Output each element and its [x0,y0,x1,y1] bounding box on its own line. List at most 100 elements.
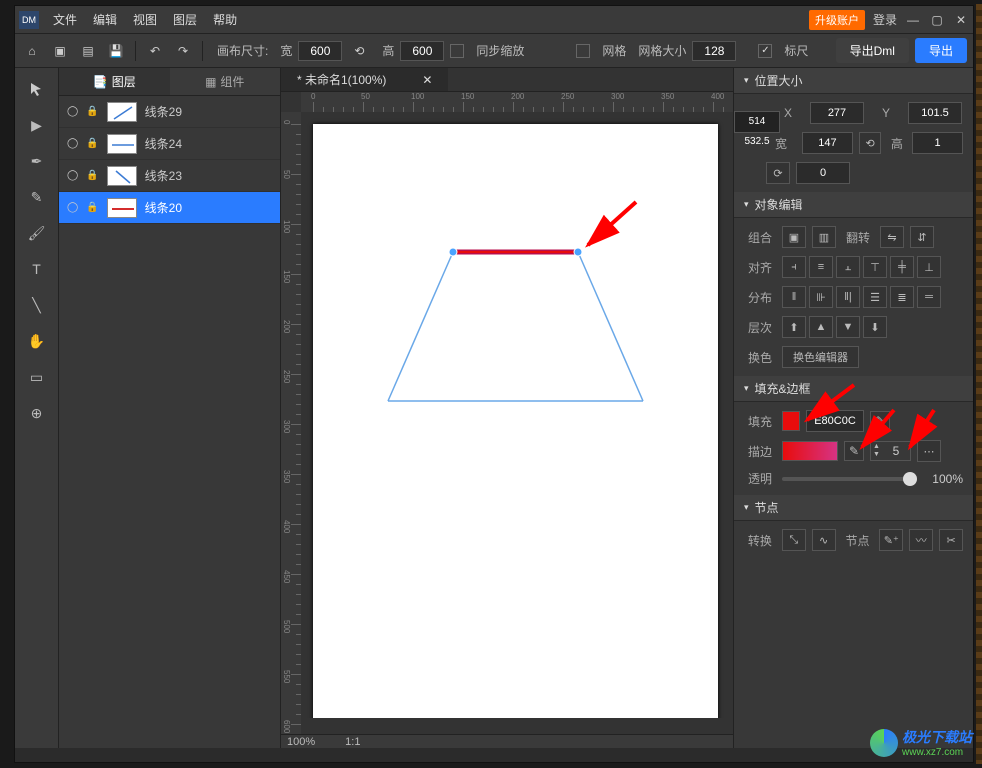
ruler-checkbox[interactable] [758,44,772,58]
section-object-edit[interactable]: ▾ 对象编辑 [734,192,973,218]
menu-help[interactable]: 帮助 [213,11,237,28]
hand-tool-icon[interactable]: ✋ [24,328,50,354]
dist-h2-icon[interactable]: ⊪ [809,286,833,308]
tab-close-icon[interactable]: ✕ [422,73,432,87]
visibility-icon[interactable]: ◯ [67,138,78,149]
node-curve-icon[interactable]: 〰 [909,529,933,551]
layer-item[interactable]: ◯ 🔒 线条29 [59,96,280,128]
menu-file[interactable]: 文件 [53,11,77,28]
lock-wh-icon[interactable]: ⟲ [859,132,882,154]
bezpen-tool-icon[interactable]: ✎ [24,184,50,210]
undo-icon[interactable]: ↶ [144,40,166,62]
fill-eyedropper-icon[interactable]: ✎ [870,411,890,431]
lock-icon[interactable]: 🔒 [86,170,98,181]
ungroup-icon[interactable]: ▥ [812,226,836,248]
dist-v2-icon[interactable]: ≣ [890,286,914,308]
h-input[interactable]: 1 [912,132,963,154]
fill-hex-input[interactable]: E80C0C [806,410,864,432]
send-back-icon[interactable]: ⬇ [863,316,887,338]
visibility-icon[interactable]: ◯ [67,202,78,213]
dist-v3-icon[interactable]: ═ [917,286,941,308]
shape-tool-icon[interactable]: ▭ [24,364,50,390]
tab-components[interactable]: ▦ 组件 [170,68,281,95]
grid-checkbox[interactable] [576,44,590,58]
line-tool-icon[interactable]: ╲ [24,292,50,318]
rotation-input[interactable]: 0 [796,162,850,184]
stroke-options-icon[interactable]: ⋯ [917,440,941,462]
section-nodes[interactable]: ▾ 节点 [734,495,973,521]
y-input[interactable]: 101.5 [908,102,962,124]
menu-layer[interactable]: 图层 [173,11,197,28]
bring-front-icon[interactable]: ⬆ [782,316,806,338]
lock-ratio-icon[interactable]: ⟲ [348,40,370,62]
stroke-width-up-icon[interactable]: ▲ [873,443,880,451]
canvas[interactable]: /*generated below*/ 05010015020025030035… [281,92,733,734]
align-hcenter-icon[interactable]: ≡ [809,256,833,278]
menu-view[interactable]: 视图 [133,11,157,28]
fill-color-swatch[interactable] [782,411,800,431]
convert-smooth-icon[interactable]: ∿ [812,529,836,551]
tab-layers[interactable]: 📑 图层 [59,68,170,95]
layer-item[interactable]: ◯ 🔒 线条23 [59,160,280,192]
trapezoid-shape[interactable] [313,124,718,718]
opacity-slider[interactable] [782,477,917,481]
section-fill-stroke[interactable]: ▾ 填充&边框 [734,376,973,402]
upgrade-button[interactable]: 升级账户 [809,10,865,30]
layer-item[interactable]: ◯ 🔒 线条24 [59,128,280,160]
grid-size-input[interactable] [692,41,736,61]
node-add-icon[interactable]: ✎⁺ [879,529,903,551]
maximize-icon[interactable]: ▢ [929,12,945,28]
lock-icon[interactable]: 🔒 [86,202,98,213]
zoom-tool-icon[interactable]: ⊕ [24,400,50,426]
zoom-label[interactable]: 100% [287,736,315,748]
send-backward-icon[interactable]: ▼ [836,316,860,338]
bring-forward-icon[interactable]: ▲ [809,316,833,338]
dist-h1-icon[interactable]: ‖ [782,286,806,308]
stroke-width-input[interactable]: 5 [882,444,910,458]
align-top-icon[interactable]: ⊤ [863,256,887,278]
dist-h3-icon[interactable]: ‖| [836,286,860,308]
visibility-icon[interactable]: ◯ [67,106,78,117]
convert-corner-icon[interactable]: ⤡ [782,529,806,551]
canvas-height-input[interactable] [400,41,444,61]
menu-edit[interactable]: 编辑 [93,11,117,28]
stroke-gradient-swatch[interactable] [782,441,838,461]
dist-v1-icon[interactable]: ☰ [863,286,887,308]
ratio-label[interactable]: 1:1 [345,736,360,748]
pen-tool-icon[interactable]: ✒ [24,148,50,174]
layer-item-selected[interactable]: ◯ 🔒 线条20 [59,192,280,224]
export-dml-button[interactable]: 导出Dml [836,38,909,63]
new-window-icon[interactable]: ▣ [49,40,71,62]
section-position-size[interactable]: ▾ 位置大小 [734,68,973,94]
node-break-icon[interactable]: ✂ [939,529,963,551]
w-input[interactable]: 147 [802,132,853,154]
canvas-viewport[interactable] [301,112,733,718]
flip-v-icon[interactable]: ⇵ [910,226,934,248]
direct-select-icon[interactable]: ▶ [24,112,50,138]
align-right-icon[interactable]: ⫠ [836,256,860,278]
doc-tab[interactable]: * 未命名1(100%) ✕ [281,68,448,91]
flip-h-icon[interactable]: ⇋ [880,226,904,248]
swap-color-editor-button[interactable]: 换色编辑器 [782,346,859,368]
folder-icon[interactable]: ▤ [77,40,99,62]
arrow-tool-icon[interactable] [24,76,50,102]
align-bottom-icon[interactable]: ⊥ [917,256,941,278]
sync-zoom-checkbox[interactable] [450,44,464,58]
visibility-icon[interactable]: ◯ [67,170,78,181]
login-button[interactable]: 登录 [873,11,897,28]
redo-icon[interactable]: ↷ [172,40,194,62]
x-input[interactable]: 277 [810,102,864,124]
save-icon[interactable]: 💾 [105,40,127,62]
lock-icon[interactable]: 🔒 [86,106,98,117]
minimize-icon[interactable]: — [905,12,921,28]
lock-icon[interactable]: 🔒 [86,138,98,149]
close-icon[interactable]: ✕ [953,12,969,28]
align-vcenter-icon[interactable]: ╪ [890,256,914,278]
group-icon[interactable]: ▣ [782,226,806,248]
text-tool-icon[interactable]: T [24,256,50,282]
stroke-eyedropper-icon[interactable]: ✎ [844,441,864,461]
rotation-icon[interactable]: ⟳ [766,162,790,184]
stroke-width-down-icon[interactable]: ▼ [873,451,880,459]
home-icon[interactable]: ⌂ [21,40,43,62]
canvas-width-input[interactable] [298,41,342,61]
